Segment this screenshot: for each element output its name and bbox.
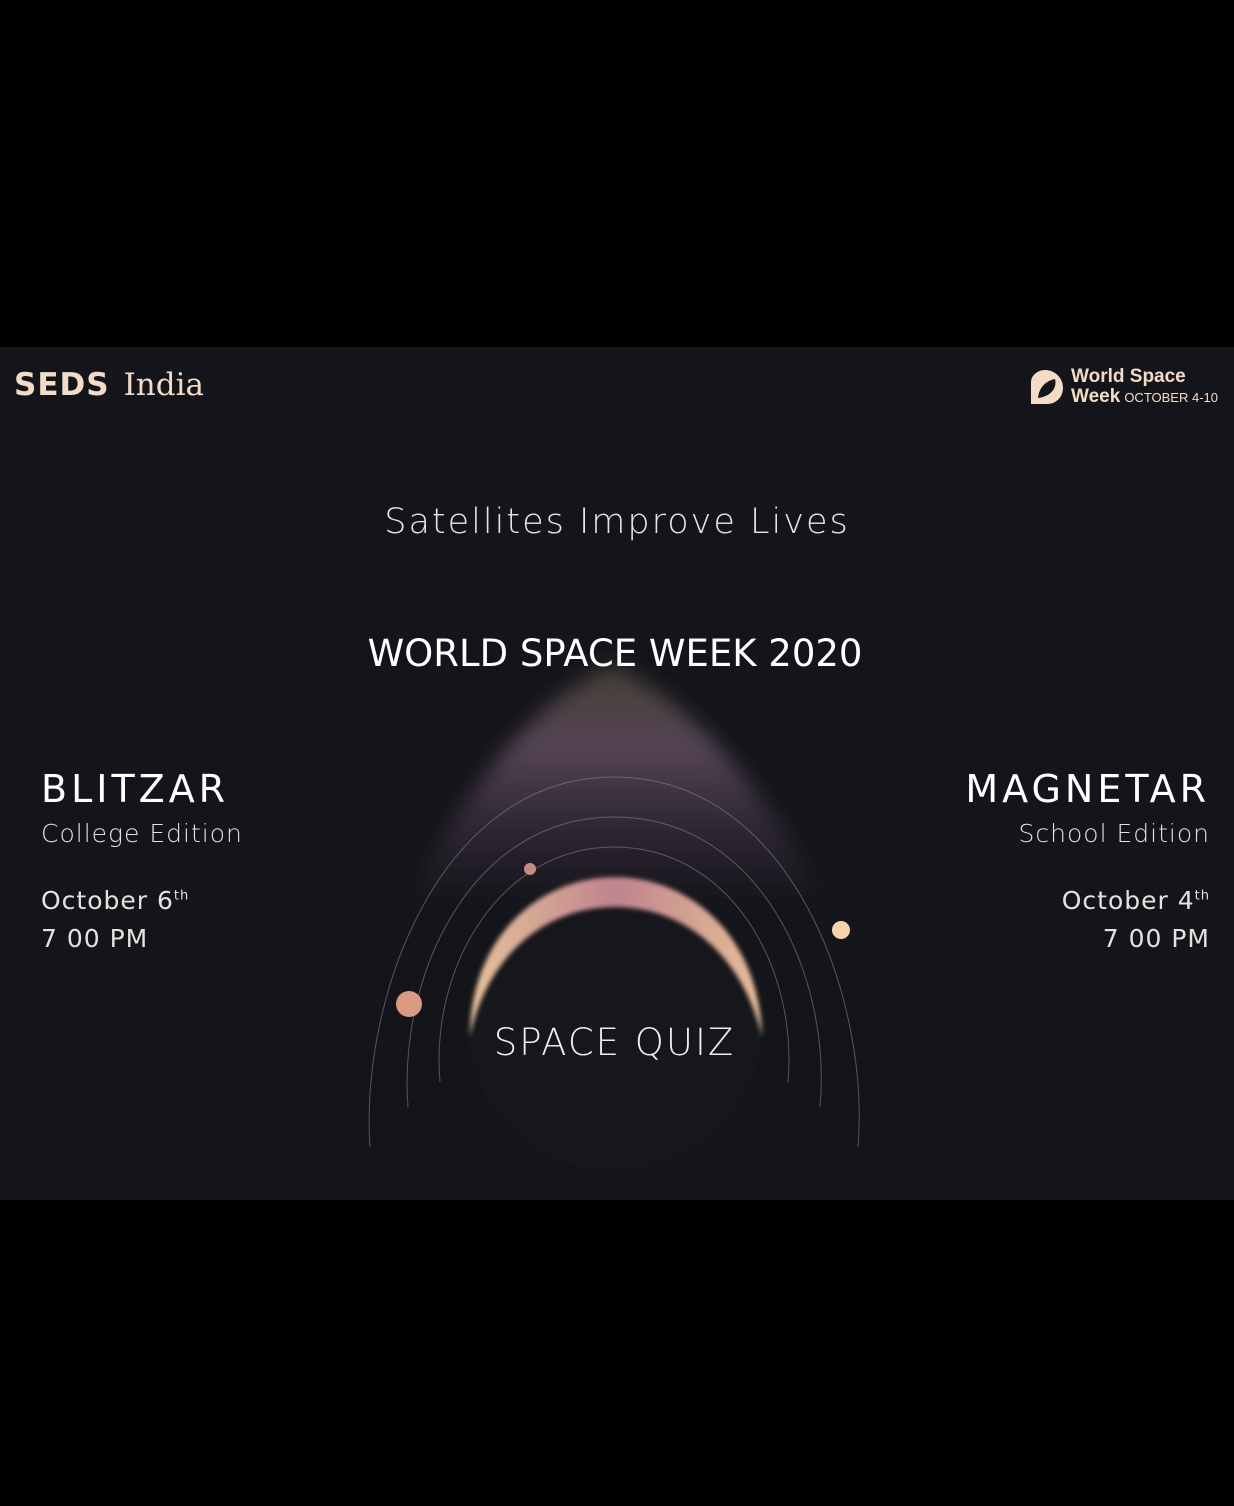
seds-india-logo: SEDS India [14,367,204,403]
event-time: 7 00 PM [41,924,149,953]
event-name: MAGNETAR [965,767,1210,811]
event-name: BLITZAR [41,767,230,811]
logo-line-2: Week [1071,386,1121,407]
event-edition: School Edition [1018,819,1210,848]
magnetar-event-block: MAGNETAR School Edition October 4th 7 00… [965,767,1210,953]
event-date: October 4th [1061,886,1210,915]
world-space-week-emblem-icon [1031,369,1064,404]
event-poster: SEDS India World Space Week OCTOBER 4-10 … [0,347,1234,1200]
tagline: Satellites Improve Lives [384,502,850,542]
blitzar-event-block: BLITZAR College Edition October 6th 7 00… [41,767,243,953]
satellite-dot [832,921,850,939]
event-edition: College Edition [41,819,243,848]
logo-dates: OCTOBER 4-10 [1124,390,1218,405]
event-time: 7 00 PM [1102,924,1210,953]
seds-logo-text: SEDS [14,367,110,403]
logo-line-1: World Space [1071,366,1186,387]
satellite-dot [524,863,536,875]
light-beam [405,665,830,907]
satellite-dot [396,991,422,1017]
india-logo-text: India [123,367,205,403]
event-date: October 6th [41,886,190,915]
space-quiz-label: SPACE QUIZ [493,1021,736,1064]
event-title: WORLD SPACE WEEK 2020 [367,632,863,675]
world-space-week-logo: World Space Week OCTOBER 4-10 [1027,367,1218,408]
